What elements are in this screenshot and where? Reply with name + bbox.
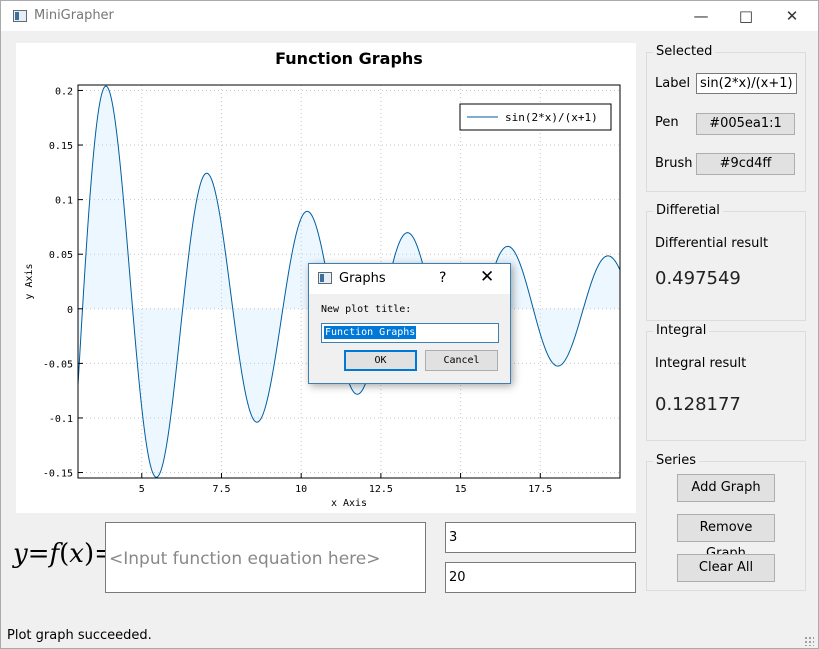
- label-input[interactable]: [696, 73, 797, 94]
- equation-f: f: [49, 539, 60, 569]
- pen-color-button[interactable]: #005ea1:1: [696, 113, 795, 135]
- series-group: Series Add Graph Remove Graph Clear All: [646, 453, 806, 591]
- integral-group-title: Integral: [653, 323, 710, 338]
- brush-color-button[interactable]: #9cd4ff: [696, 153, 795, 175]
- help-icon[interactable]: ?: [439, 270, 446, 286]
- legend-label-0: sin(2*x)/(x+1): [505, 111, 598, 124]
- x-tick-label-5: 17.5: [528, 484, 552, 495]
- plot-title-input[interactable]: Function Graphs: [321, 323, 499, 343]
- x-tick-label-1: 7.5: [212, 484, 230, 495]
- resize-grip-icon[interactable]: [804, 636, 814, 646]
- y-tick-label-5: -0.05: [43, 359, 73, 370]
- y-tick-label-3: 0.05: [49, 250, 73, 261]
- remove-graph-button[interactable]: Remove Graph: [677, 514, 775, 561]
- differential-group: Differetial Differential result 0.497549: [646, 203, 806, 321]
- y-tick-label-1: 0.15: [49, 141, 73, 152]
- brush-caption: Brush: [655, 156, 693, 171]
- chart-legend: sin(2*x)/(x+1): [459, 103, 612, 131]
- add-graph-button[interactable]: Add Graph: [677, 474, 775, 502]
- y-tick-label-6: -0.1: [49, 414, 73, 425]
- title-bar: MiniGrapher — □ ✕: [1, 1, 818, 31]
- pen-caption: Pen: [655, 115, 679, 130]
- x-tick-label-4: 15: [455, 484, 467, 495]
- x-tick-label-3: 12.5: [369, 484, 393, 495]
- maximize-icon[interactable]: □: [723, 1, 769, 31]
- main-window: MiniGrapher — □ ✕ Function Graphs 5 7.5 10 1…: [0, 0, 819, 649]
- differential-caption: Differential result: [655, 236, 769, 251]
- y-axis-label: y Axis: [24, 263, 35, 299]
- cancel-button[interactable]: Cancel: [425, 350, 498, 371]
- window-title: MiniGrapher: [34, 8, 114, 23]
- dialog-title-bar: Graphs ? ✕: [309, 264, 510, 294]
- chart-title: Function Graphs: [275, 49, 423, 68]
- y-tick-label-2: 0.1: [55, 196, 73, 207]
- y-tick-label-0: 0.2: [55, 86, 73, 97]
- equation-eq1: =: [27, 539, 50, 569]
- clear-all-button[interactable]: Clear All: [677, 554, 775, 582]
- integral-group: Integral Integral result 0.128177: [646, 323, 806, 441]
- ok-button[interactable]: OK: [344, 350, 417, 371]
- range-start-input[interactable]: [445, 522, 636, 553]
- equation-open-paren: (: [59, 539, 70, 569]
- dialog-app-icon: [318, 272, 332, 284]
- selected-group: Selected Label Pen #005ea1:1 Brush #9cd4…: [646, 44, 806, 192]
- differential-value: 0.497549: [655, 268, 741, 289]
- plot-title-selected-text: Function Graphs: [324, 326, 417, 339]
- equation-x: x: [69, 539, 84, 569]
- graphs-dialog: Graphs ? ✕ New plot title: Function Grap…: [308, 263, 511, 384]
- integral-value: 0.128177: [655, 394, 741, 415]
- minimize-icon[interactable]: —: [678, 1, 724, 31]
- label-caption: Label: [655, 76, 691, 91]
- selected-group-title: Selected: [653, 44, 716, 59]
- equation-close-paren: ): [83, 539, 95, 569]
- integral-caption: Integral result: [655, 356, 747, 371]
- differential-group-title: Differetial: [653, 203, 723, 218]
- status-bar: Plot graph succeeded.: [1, 625, 818, 649]
- function-equation-input[interactable]: <Input function equation here>: [105, 522, 426, 593]
- dialog-title: Graphs: [339, 271, 386, 286]
- y-tick-label-7: -0.15: [43, 469, 73, 480]
- x-tick-label-0: 5: [139, 484, 145, 495]
- equation-label: y=f(x)=: [13, 539, 116, 569]
- x-tick-label-2: 10: [295, 484, 307, 495]
- close-icon[interactable]: ✕: [769, 1, 815, 31]
- app-icon: [13, 10, 27, 22]
- range-end-input[interactable]: [445, 562, 636, 593]
- dialog-prompt: New plot title:: [321, 304, 412, 315]
- series-group-title: Series: [653, 453, 699, 468]
- x-axis-label: x Axis: [331, 498, 367, 509]
- y-tick-label-4: 0: [67, 305, 73, 316]
- dialog-close-icon[interactable]: ✕: [480, 267, 494, 287]
- equation-y: y: [13, 539, 28, 569]
- function-placeholder: <Input function equation here>: [109, 549, 381, 569]
- status-text: Plot graph succeeded.: [7, 628, 152, 643]
